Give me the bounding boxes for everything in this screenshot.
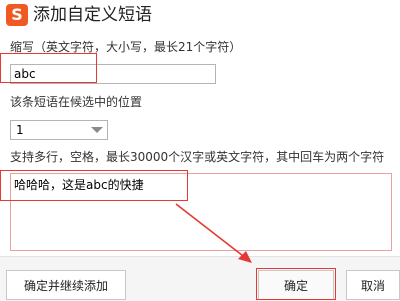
position-select-value: 1 xyxy=(16,123,24,137)
dialog-title: 添加自定义短语 xyxy=(33,5,152,25)
phrase-content-textarea[interactable]: 哈哈哈，这是abc的快捷 xyxy=(10,173,392,251)
position-label: 该条短语在候选中的位置 xyxy=(10,95,143,109)
sogou-logo-icon: S xyxy=(6,4,28,26)
title-bar: S 添加自定义短语 xyxy=(0,0,400,30)
add-custom-phrase-dialog: S 添加自定义短语 缩写（英文字符，大小写，最长21个字符） 该条短语在候选中的… xyxy=(0,0,400,301)
abbreviation-label: 缩写（英文字符，大小写，最长21个字符） xyxy=(10,40,242,54)
chevron-down-icon xyxy=(91,127,103,133)
position-select[interactable]: 1 xyxy=(10,120,108,140)
phrase-content-text: 哈哈哈，这是abc的快捷 xyxy=(14,178,144,192)
confirm-button[interactable]: 确定 xyxy=(258,270,334,300)
confirm-and-continue-button[interactable]: 确定并继续添加 xyxy=(6,270,126,300)
abbreviation-input[interactable] xyxy=(10,64,216,84)
cancel-button[interactable]: 取消 xyxy=(346,270,400,300)
phrase-content-label: 支持多行，空格，最长30000个汉字或英文字符，其中回车为两个字符 xyxy=(10,150,385,164)
